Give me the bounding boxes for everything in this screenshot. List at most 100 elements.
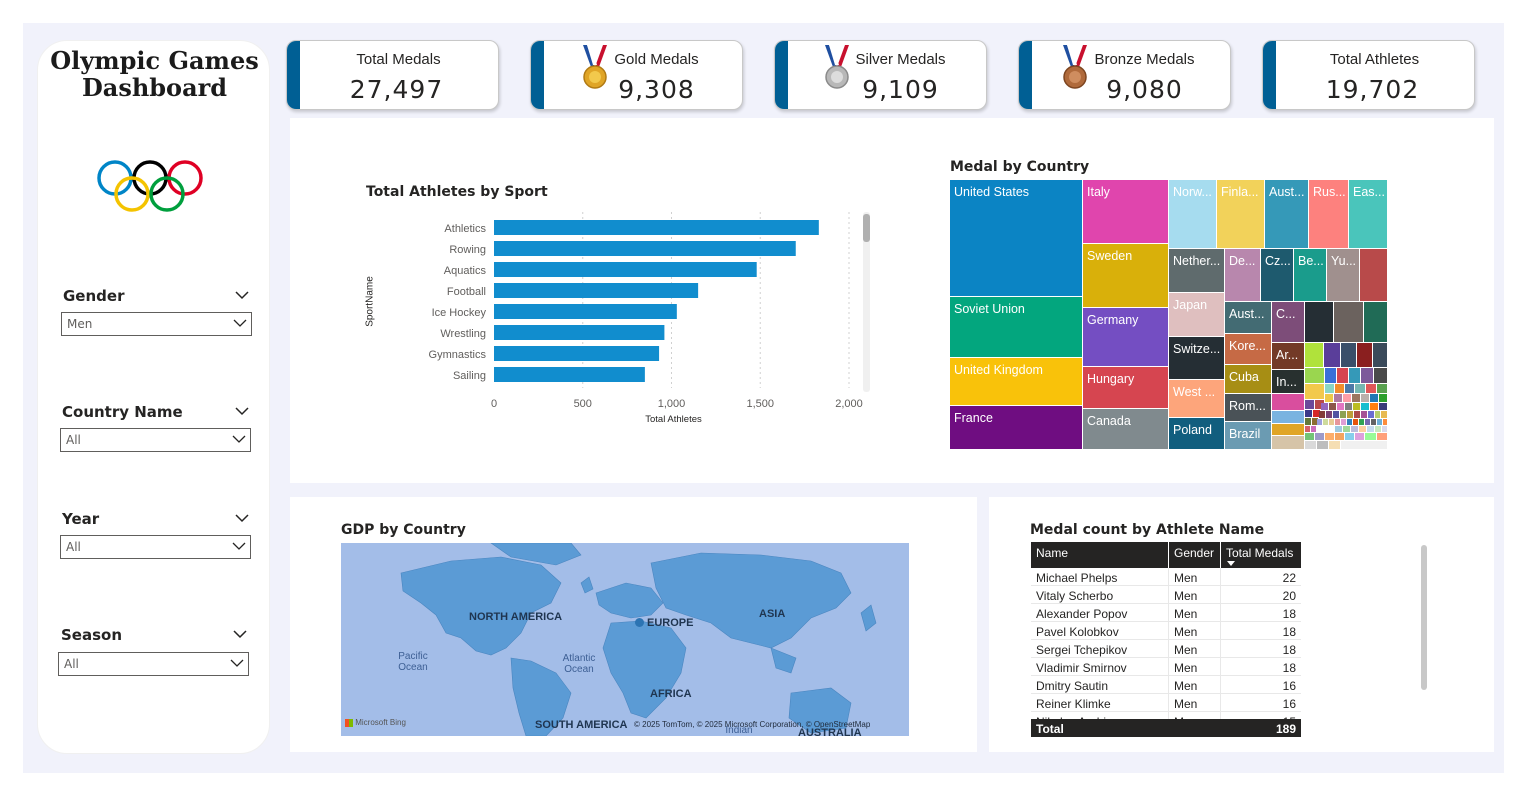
treemap-cell[interactable] [1337,368,1349,384]
treemap-cell[interactable]: Poland [1169,418,1225,450]
bar-wrestling[interactable] [494,325,665,340]
treemap-cell[interactable] [1341,343,1357,368]
treemap-cell[interactable] [1272,411,1305,424]
treemap-cell[interactable] [1367,426,1375,433]
treemap-cell[interactable]: Soviet Union [950,297,1083,358]
treemap-cell[interactable] [1305,410,1313,418]
table-row[interactable]: Reiner Klimke Men 16 [1031,694,1301,712]
treemap-cell[interactable]: Switze... [1169,337,1225,380]
gdp-world-map[interactable]: NORTH AMERICA EUROPE ASIA AFRICA SOUTH A… [341,543,909,736]
chevron-down-icon[interactable] [232,628,248,640]
treemap-cell[interactable]: Germany [1083,308,1169,367]
column-header-total-medals[interactable]: Total Medals [1226,546,1293,560]
sort-desc-icon[interactable] [1227,561,1235,566]
treemap-cell[interactable] [1329,441,1341,450]
treemap-cell[interactable] [1365,433,1377,441]
treemap-cell[interactable]: Nether... [1169,249,1225,293]
treemap-cell[interactable]: Italy [1083,180,1169,244]
treemap-cell[interactable]: Rom... [1225,394,1272,422]
treemap-cell[interactable] [1317,441,1329,450]
treemap-cell[interactable] [1325,368,1337,384]
column-header-gender[interactable]: Gender [1174,546,1214,560]
table-row[interactable]: Pavel Kolobkov Men 18 [1031,622,1301,640]
treemap-cell[interactable] [1357,343,1373,368]
map-attribution[interactable]: © 2025 TomTom, © 2025 Microsoft Corporat… [634,720,870,729]
treemap-cell[interactable] [1366,384,1377,394]
table-scrollbar[interactable] [1421,545,1427,690]
treemap-cell[interactable] [1321,403,1329,411]
bar-gymnastics[interactable] [494,346,660,361]
treemap-cell[interactable] [1329,403,1337,411]
gender-dropdown[interactable]: Men [61,312,252,336]
treemap-cell[interactable] [1345,384,1355,394]
treemap-cell[interactable] [1311,426,1317,433]
treemap-cell[interactable] [1319,411,1326,419]
treemap-cell[interactable] [1361,368,1374,384]
treemap-cell[interactable] [1325,384,1335,394]
chart-scrollbar-thumb[interactable] [863,214,870,242]
treemap-cell[interactable] [1343,426,1351,433]
treemap-cell[interactable]: United States [950,180,1083,297]
treemap-cell[interactable] [1324,343,1341,368]
chart-scrollbar[interactable] [863,212,870,392]
treemap-cell[interactable]: C... [1272,302,1305,343]
treemap-cell[interactable] [1325,394,1334,403]
treemap-cell[interactable]: Cz... [1261,249,1294,302]
treemap-cell[interactable] [1368,411,1375,419]
table-row[interactable]: Vitaly Scherbo Men 20 [1031,586,1301,604]
bar-rowing[interactable] [494,241,796,256]
treemap-cell[interactable] [1370,403,1379,411]
treemap-cell[interactable] [1349,368,1361,384]
treemap-cell[interactable]: Finla... [1217,180,1265,249]
treemap-cell[interactable] [1305,441,1317,450]
chevron-down-icon[interactable] [234,512,250,524]
treemap-cell[interactable] [1334,394,1343,403]
treemap-cell[interactable] [1345,433,1355,441]
table-row[interactable]: Michael Phelps Men 22 [1031,568,1301,586]
treemap-cell[interactable]: United Kingdom [950,358,1083,406]
treemap-cell[interactable] [1382,426,1388,433]
treemap-cell[interactable] [1335,426,1343,433]
treemap-cell[interactable] [1305,302,1334,343]
table-row[interactable]: Vladimir Smirnov Men 18 [1031,658,1301,676]
medal-treemap[interactable]: United States Soviet Union United Kingdo… [950,180,1388,450]
treemap-cell[interactable] [1373,343,1388,368]
treemap-cell[interactable] [1343,394,1352,403]
treemap-cell[interactable] [1347,411,1354,419]
treemap-cell[interactable] [1352,394,1361,403]
treemap-cell[interactable] [1345,403,1353,411]
treemap-cell[interactable] [1383,419,1388,426]
treemap-cell[interactable] [1379,394,1388,403]
treemap-cell[interactable]: Eas... [1349,180,1388,249]
treemap-cell[interactable] [1305,384,1325,400]
treemap-cell[interactable] [1315,433,1325,441]
treemap-cell[interactable] [1355,384,1366,394]
bar-aquatics[interactable] [494,262,757,277]
treemap-cell[interactable] [1375,426,1382,433]
treemap-cell[interactable]: Canada [1083,409,1169,450]
season-dropdown[interactable]: All [58,652,249,676]
treemap-cell[interactable] [1272,424,1305,436]
treemap-cell[interactable] [1305,343,1324,368]
treemap-cell[interactable]: Yu... [1327,249,1360,302]
treemap-cell[interactable] [1364,302,1388,343]
treemap-cell[interactable] [1360,249,1388,302]
treemap-cell[interactable]: Aust... [1265,180,1309,249]
table-row[interactable]: Alexander Popov Men 18 [1031,604,1301,622]
treemap-cell[interactable] [1353,403,1361,411]
chevron-down-icon[interactable] [234,289,250,301]
table-row[interactable]: Sergei Tchepikov Men 18 [1031,640,1301,658]
treemap-cell[interactable] [1359,426,1367,433]
treemap-cell[interactable] [1326,411,1333,419]
treemap-cell[interactable] [1305,433,1315,441]
treemap-cell[interactable]: France [950,406,1083,450]
treemap-cell[interactable] [1361,411,1368,419]
treemap-cell[interactable] [1354,411,1361,419]
treemap-cell[interactable]: De... [1225,249,1261,302]
treemap-cell[interactable]: Sweden [1083,244,1169,308]
treemap-cell[interactable] [1340,411,1347,419]
treemap-cell[interactable] [1335,433,1345,441]
treemap-cell[interactable]: Be... [1294,249,1327,302]
treemap-cell[interactable] [1355,433,1365,441]
treemap-cell[interactable]: Hungary [1083,367,1169,409]
